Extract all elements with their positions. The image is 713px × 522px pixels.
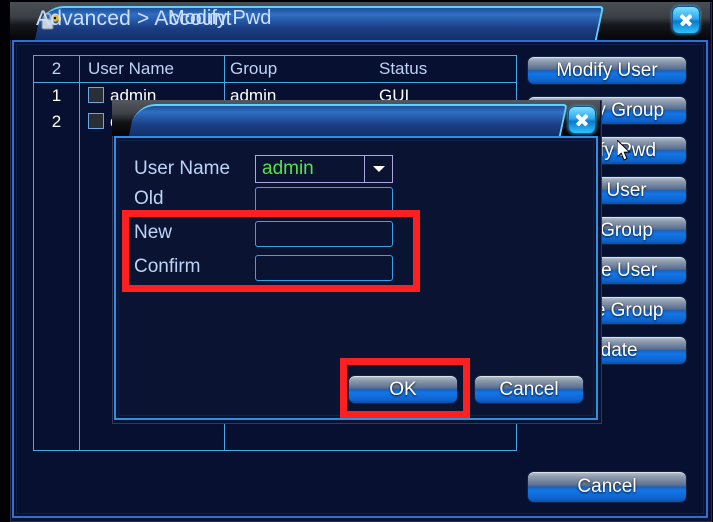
close-icon[interactable] [672, 6, 700, 34]
annotation-highlight-ok-button [340, 358, 470, 418]
dialog-cancel-label: Cancel [499, 379, 559, 400]
header-count: 2 [51, 59, 62, 78]
dialog-cancel-button[interactable]: Cancel [474, 375, 584, 404]
modify-user-button[interactable]: Modify User [527, 56, 687, 85]
row-number: 1 [51, 86, 62, 105]
row-number: 2 [51, 112, 62, 131]
chevron-down-icon[interactable] [364, 156, 392, 182]
header-status: Status [379, 59, 428, 78]
username-label: User Name [134, 158, 231, 179]
cancel-button[interactable]: Cancel [527, 471, 687, 503]
row-checkbox[interactable] [88, 87, 104, 103]
row-checkbox[interactable] [88, 113, 104, 129]
old-password-label: Old [134, 188, 164, 209]
screen: Advanced > Account 2 User Name Group Sta… [0, 0, 713, 522]
header-user-name: User Name [88, 59, 174, 78]
dialog-title: Modify Pwd [168, 7, 272, 29]
close-icon[interactable] [568, 106, 596, 134]
dialog-title-tab [128, 104, 568, 136]
dialog-titlebar [112, 100, 600, 136]
username-select[interactable]: admin [255, 155, 393, 183]
username-value: admin [262, 158, 314, 179]
table-header-row: 2 User Name Group Status [34, 56, 516, 82]
annotation-highlight-password-fields [122, 210, 420, 292]
cancel-label: Cancel [577, 476, 637, 497]
header-group: Group [230, 59, 278, 78]
modify-user-label: Modify User [556, 60, 658, 81]
mouse-cursor-icon [617, 140, 631, 161]
